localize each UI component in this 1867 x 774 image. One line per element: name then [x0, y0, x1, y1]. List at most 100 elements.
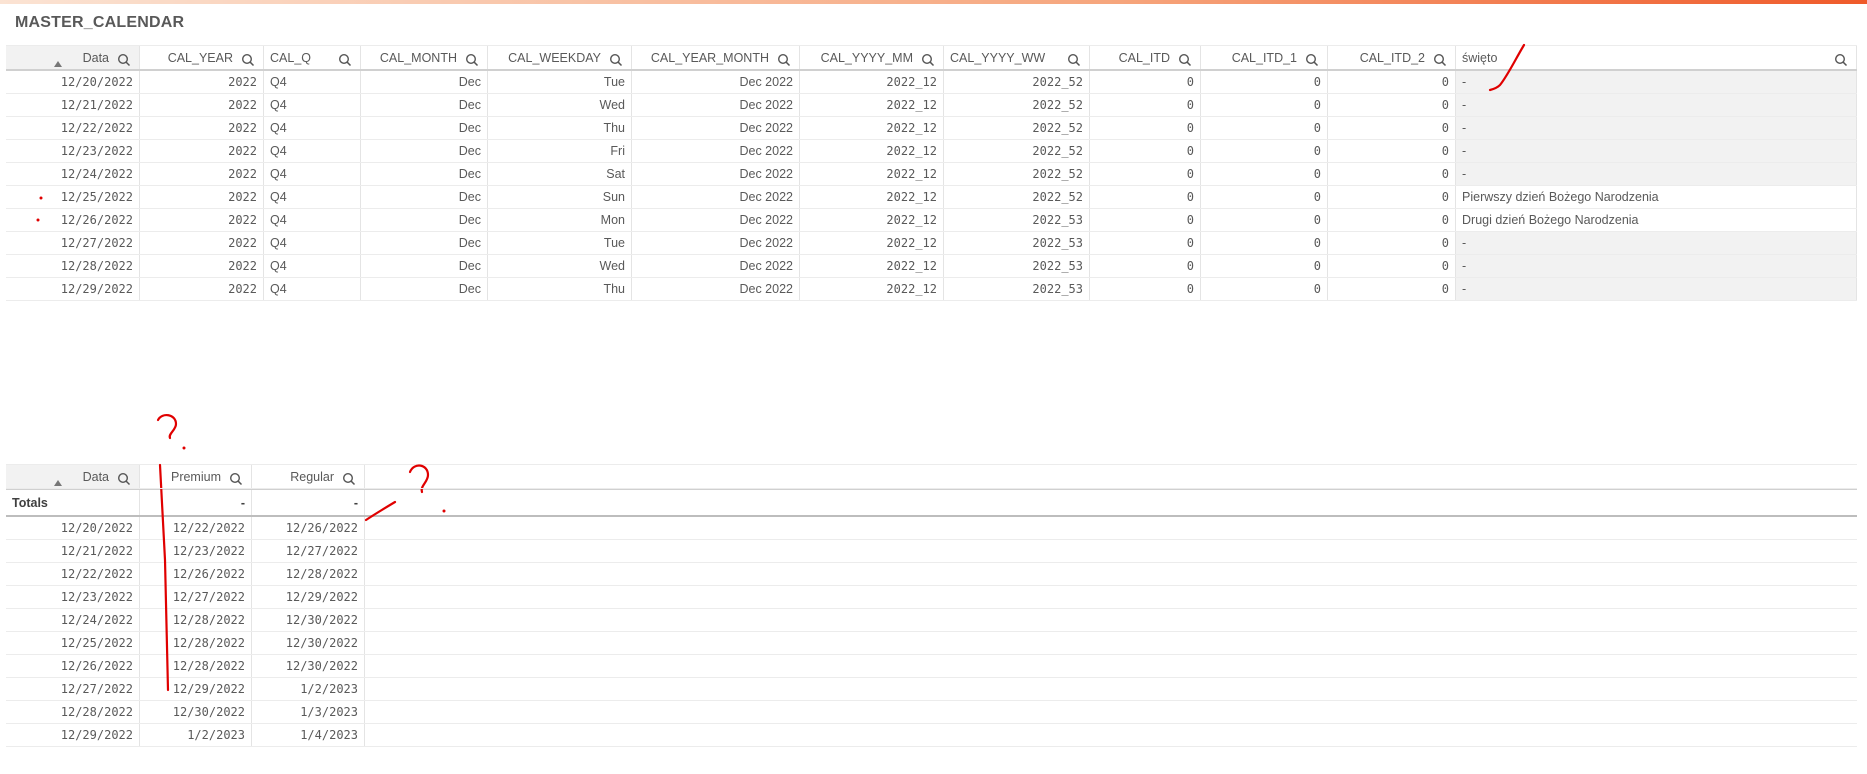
table-cell[interactable]: Fri: [488, 140, 632, 162]
table-cell[interactable]: -: [1456, 255, 1857, 277]
table-cell[interactable]: 2022_12: [800, 232, 944, 254]
table-cell[interactable]: 2022: [140, 232, 264, 254]
table-cell[interactable]: Dec 2022: [632, 163, 800, 185]
table-cell[interactable]: 2022: [140, 186, 264, 208]
table-cell[interactable]: -: [1456, 163, 1857, 185]
table-cell[interactable]: 2022: [140, 255, 264, 277]
table-cell[interactable]: Wed: [488, 94, 632, 116]
table-cell[interactable]: -: [1456, 278, 1857, 300]
table-cell[interactable]: 2022_52: [944, 94, 1090, 116]
search-icon[interactable]: [1834, 51, 1848, 67]
table-cell[interactable]: 0: [1328, 255, 1456, 277]
table-cell[interactable]: 12/29/2022: [140, 678, 252, 700]
table-cell[interactable]: 0: [1328, 117, 1456, 139]
table-cell[interactable]: 1/4/2023: [252, 724, 365, 746]
table-cell[interactable]: 12/23/2022: [6, 140, 140, 162]
column-header-cal-itd-2[interactable]: CAL_ITD_2: [1328, 46, 1456, 69]
table-cell[interactable]: Q4: [264, 163, 361, 185]
table-cell[interactable]: 12/26/2022: [252, 517, 365, 539]
table-cell[interactable]: 12/26/2022: [6, 655, 140, 677]
table-cell[interactable]: Q4: [264, 232, 361, 254]
table-cell[interactable]: 12/29/2022: [252, 586, 365, 608]
table-cell[interactable]: Dec 2022: [632, 140, 800, 162]
table-cell[interactable]: 2022_53: [944, 278, 1090, 300]
table-cell[interactable]: 0: [1328, 140, 1456, 162]
table-cell[interactable]: 2022: [140, 94, 264, 116]
table-cell[interactable]: Dec 2022: [632, 255, 800, 277]
table-cell[interactable]: 2022_52: [944, 117, 1090, 139]
table-cell[interactable]: 2022_53: [944, 232, 1090, 254]
search-icon[interactable]: [465, 51, 479, 67]
table-cell[interactable]: Sat: [488, 163, 632, 185]
table-cell[interactable]: 2022_12: [800, 209, 944, 231]
table-cell[interactable]: 12/28/2022: [140, 655, 252, 677]
table-cell[interactable]: 12/28/2022: [6, 701, 140, 723]
table-cell[interactable]: Dec: [361, 186, 488, 208]
table-cell[interactable]: 2022_53: [944, 209, 1090, 231]
table-cell[interactable]: 0: [1090, 232, 1201, 254]
table-cell[interactable]: 1/2/2023: [140, 724, 252, 746]
table-cell[interactable]: 12/23/2022: [140, 540, 252, 562]
table-cell[interactable]: Dec: [361, 117, 488, 139]
column-header-cal-yyyy-ww[interactable]: CAL_YYYY_WW: [944, 46, 1090, 69]
table-cell[interactable]: 12/30/2022: [252, 632, 365, 654]
table-cell[interactable]: 2022: [140, 278, 264, 300]
table-cell[interactable]: 0: [1090, 255, 1201, 277]
table-cell[interactable]: 0: [1328, 186, 1456, 208]
table-cell[interactable]: 0: [1090, 71, 1201, 93]
table-cell[interactable]: 2022_12: [800, 117, 944, 139]
table-cell[interactable]: 12/25/2022: [6, 186, 140, 208]
table-cell[interactable]: 2022_12: [800, 255, 944, 277]
table-cell[interactable]: 12/21/2022: [6, 540, 140, 562]
table-cell[interactable]: 0: [1328, 209, 1456, 231]
table-cell[interactable]: 12/25/2022: [6, 632, 140, 654]
table-cell[interactable]: 0: [1201, 117, 1328, 139]
table-cell[interactable]: 12/22/2022: [140, 517, 252, 539]
table-cell[interactable]: 0: [1201, 278, 1328, 300]
search-icon[interactable]: [1178, 51, 1192, 67]
table-cell[interactable]: 2022_52: [944, 186, 1090, 208]
table-cell[interactable]: Thu: [488, 117, 632, 139]
table-cell[interactable]: 12/27/2022: [140, 586, 252, 608]
table-cell[interactable]: Dec: [361, 163, 488, 185]
table-cell[interactable]: Tue: [488, 71, 632, 93]
table-cell[interactable]: 12/27/2022: [6, 678, 140, 700]
table-cell[interactable]: -: [1456, 117, 1857, 139]
column-header-regular[interactable]: Regular: [252, 465, 365, 488]
table-cell[interactable]: 0: [1328, 278, 1456, 300]
table-cell[interactable]: -: [1456, 232, 1857, 254]
table-cell[interactable]: Sun: [488, 186, 632, 208]
table-cell[interactable]: 12/23/2022: [6, 586, 140, 608]
table-cell[interactable]: Dec 2022: [632, 209, 800, 231]
table-cell[interactable]: 2022_12: [800, 278, 944, 300]
table-cell[interactable]: Dec: [361, 94, 488, 116]
column-header-data[interactable]: Data: [6, 46, 140, 69]
table-cell[interactable]: 12/28/2022: [140, 632, 252, 654]
table-cell[interactable]: Tue: [488, 232, 632, 254]
table-cell[interactable]: Q4: [264, 71, 361, 93]
column-header-cal-itd[interactable]: CAL_ITD: [1090, 46, 1201, 69]
table-cell[interactable]: Dec: [361, 209, 488, 231]
table-cell[interactable]: 12/30/2022: [140, 701, 252, 723]
table-cell[interactable]: 2022_52: [944, 140, 1090, 162]
table-cell[interactable]: -: [1456, 94, 1857, 116]
table-cell[interactable]: Dec: [361, 71, 488, 93]
table-cell[interactable]: 12/27/2022: [6, 232, 140, 254]
table-cell[interactable]: 0: [1201, 140, 1328, 162]
table-cell[interactable]: 0: [1201, 255, 1328, 277]
table-cell[interactable]: 2022: [140, 163, 264, 185]
search-icon[interactable]: [921, 51, 935, 67]
column-header-data[interactable]: Data: [6, 465, 140, 488]
table-cell[interactable]: 12/28/2022: [6, 255, 140, 277]
column-header-cal-year[interactable]: CAL_YEAR: [140, 46, 264, 69]
table-cell[interactable]: 0: [1201, 186, 1328, 208]
table-cell[interactable]: Dec: [361, 278, 488, 300]
search-icon[interactable]: [117, 51, 131, 67]
table-cell[interactable]: 2022: [140, 117, 264, 139]
table-cell[interactable]: -: [1456, 140, 1857, 162]
search-icon[interactable]: [609, 51, 623, 67]
table-cell[interactable]: 2022_53: [944, 255, 1090, 277]
table-cell[interactable]: 2022_12: [800, 163, 944, 185]
search-icon[interactable]: [1067, 51, 1081, 67]
search-icon[interactable]: [338, 51, 352, 67]
